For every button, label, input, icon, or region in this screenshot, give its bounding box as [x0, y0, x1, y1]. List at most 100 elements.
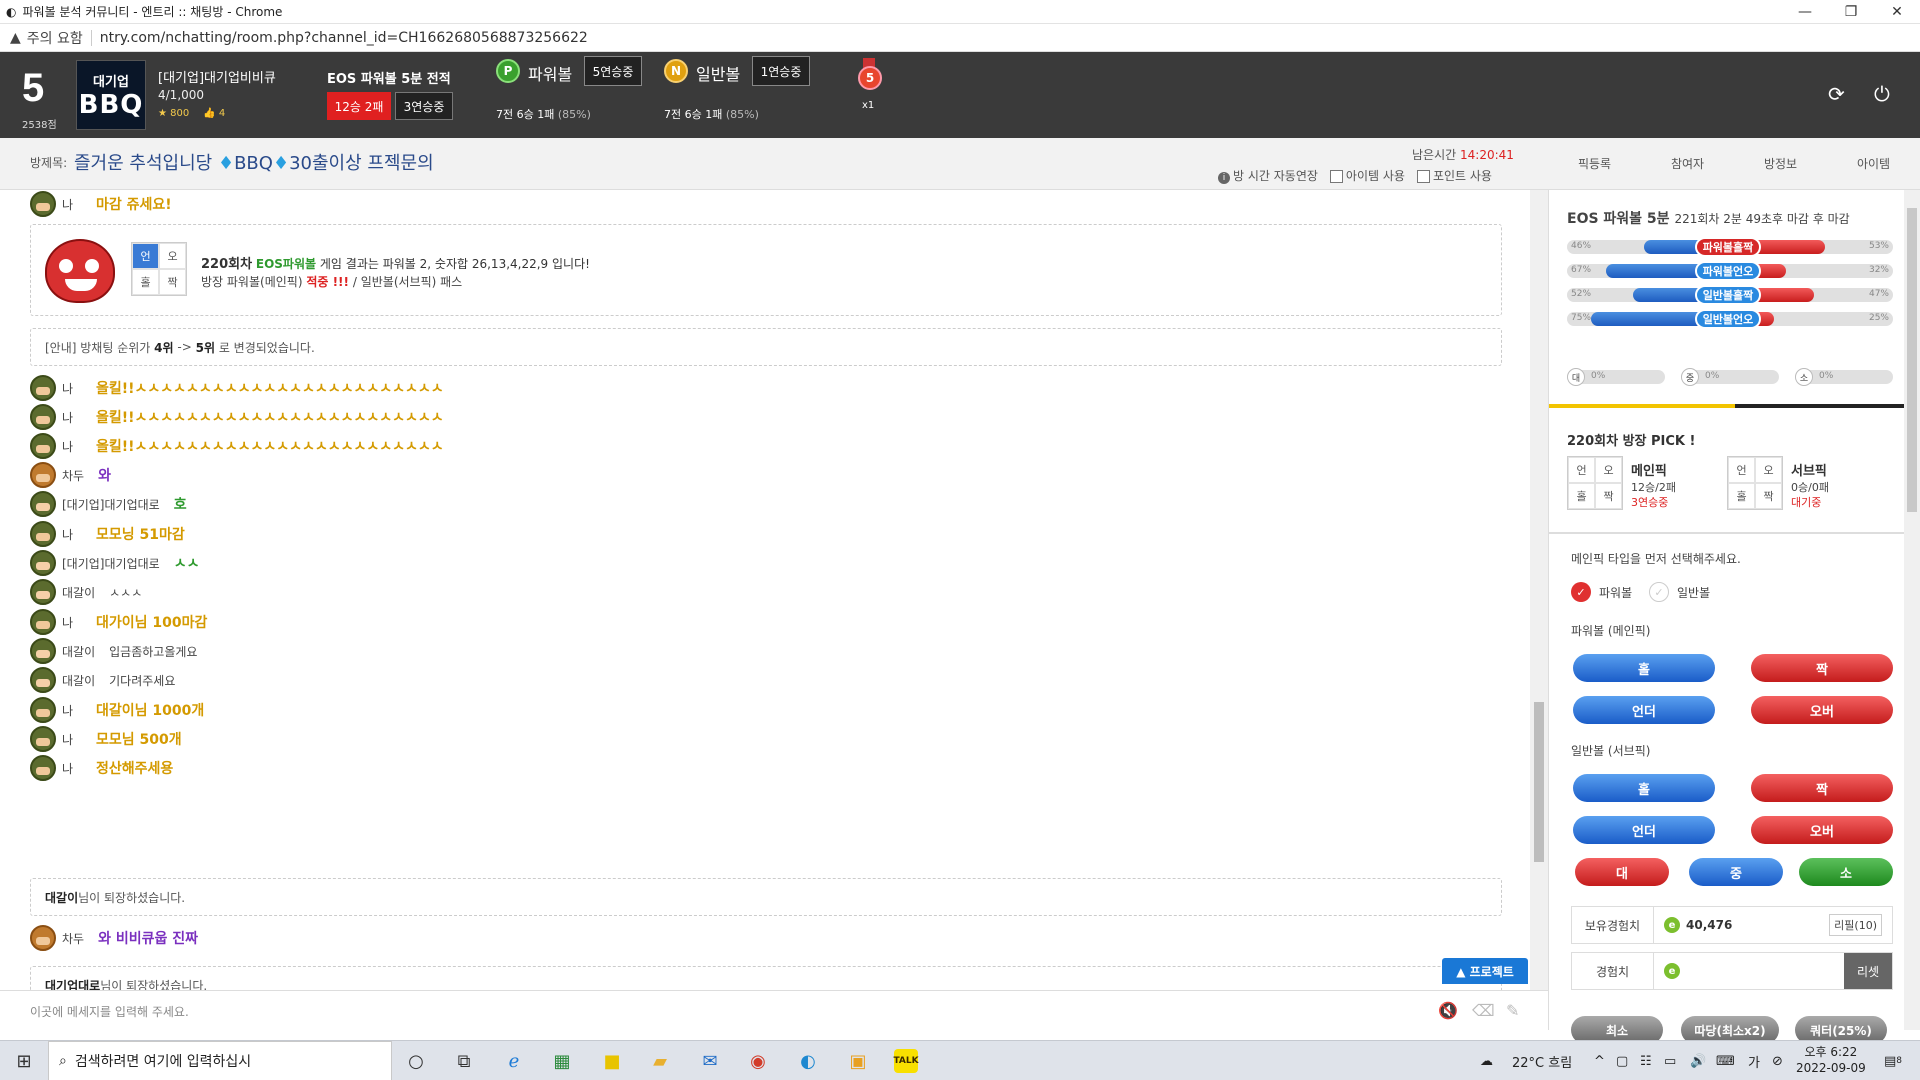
restore-icon[interactable]: ❐ — [1828, 0, 1874, 24]
power-under-button[interactable]: 언더 — [1573, 696, 1715, 724]
tab-items[interactable]: 아이템 — [1827, 138, 1920, 189]
chat-text: 올킬!!ㅅㅅㅅㅅㅅㅅㅅㅅㅅㅅㅅㅅㅅㅅㅅㅅㅅㅅㅅㅅㅅㅅㅅㅅ — [96, 439, 444, 455]
mute-icon[interactable]: 🔇 — [1438, 1001, 1458, 1020]
taskbar-search-text[interactable]: 검색하려면 여기에 입력하십시 — [75, 1051, 251, 1071]
cortana-icon[interactable]: ○ — [404, 1049, 428, 1073]
chat-nick: 나 — [62, 761, 74, 776]
tab-participants[interactable]: 참여자 — [1641, 138, 1734, 189]
security-warning-icon[interactable]: ▲ — [10, 30, 21, 46]
avatar — [30, 697, 56, 723]
taskbar-clock[interactable]: 오후 6:22 2022-09-09 — [1796, 1044, 1866, 1076]
powerball-streak-badge: 5연승중 — [584, 56, 642, 86]
chat-text: 와 — [98, 468, 111, 484]
mid-button[interactable]: 중 — [1689, 858, 1783, 886]
exp-coin-icon-2: e — [1664, 963, 1680, 979]
chat-nick: 나 — [62, 197, 74, 212]
chat-input[interactable]: 이곳에 메세지를 입력해 주세요. — [30, 1003, 189, 1020]
powerball-label: 파워볼 — [528, 65, 573, 84]
taskbar-search[interactable]: ⌕ 검색하려면 여기에 입력하십시 — [48, 1041, 392, 1080]
security-warning-text[interactable]: 주의 요함 — [27, 28, 83, 48]
like-stat: 👍 4 — [203, 108, 226, 119]
chat-nick: 나 — [62, 381, 74, 396]
chat-scrollbar[interactable] — [1530, 190, 1548, 990]
url-text[interactable]: ntry.com/nchatting/room.php?channel_id=C… — [100, 30, 588, 46]
panel-scroll-thumb[interactable] — [1907, 208, 1917, 512]
app-icon[interactable]: ▣ — [846, 1049, 870, 1073]
point-use-checkbox[interactable]: 포인트 사용 — [1416, 167, 1492, 184]
normal-odd-button[interactable]: 홀 — [1573, 774, 1715, 802]
tray-app-icon[interactable]: ▢ — [1616, 1041, 1628, 1080]
refresh-icon[interactable]: ⟳ — [1828, 82, 1845, 106]
normal-even-button[interactable]: 짝 — [1751, 774, 1893, 802]
auto-extend-option[interactable]: i방 시간 자동연장 — [1218, 167, 1318, 184]
address-bar[interactable]: ▲ 주의 요함 ntry.com/nchatting/room.php?chan… — [0, 24, 1920, 52]
exp-input-row: 경험치 e 리셋 — [1571, 952, 1893, 990]
chat-nick: [대기업]대기업대로 — [62, 556, 160, 571]
eraser-icon[interactable]: ⌫ — [1472, 1001, 1495, 1020]
chat-input-bar[interactable]: 이곳에 메세지를 입력해 주세요. 🔇 ⌫ ✎ — [0, 990, 1548, 1030]
project-button[interactable]: ▲ 프로젝트 — [1442, 958, 1528, 984]
timer-progress — [1549, 404, 1920, 408]
small-button[interactable]: 소 — [1799, 858, 1893, 886]
vote-label: 일반볼홀짝 — [1695, 285, 1761, 305]
item-use-checkbox[interactable]: 아이템 사용 — [1329, 167, 1405, 184]
chrome-icon[interactable]: ◉ — [746, 1049, 770, 1073]
power-over-button[interactable]: 오버 — [1751, 696, 1893, 724]
weather-text[interactable]: 22°C 흐림 — [1512, 1041, 1572, 1080]
refill-button[interactable]: 리필(10) — [1829, 914, 1882, 936]
tab-pick-register[interactable]: 픽등록 — [1548, 138, 1641, 189]
volume-icon[interactable]: 🔊 — [1690, 1041, 1706, 1080]
vote-label: 파워볼홀짝 — [1695, 237, 1761, 257]
chat-area[interactable]: 나 마감 쥬세요! 언 오 홀 짝 220회차 EOS파워볼 게임 결과는 파워… — [0, 190, 1530, 990]
chat-message: [대기업]대기업대로 호 — [30, 490, 187, 518]
calculator-icon[interactable]: ▦ — [550, 1049, 574, 1073]
reset-button[interactable]: 리셋 — [1844, 953, 1892, 989]
chat-nick: 나 — [62, 703, 74, 718]
chat-nick: 차두 — [62, 468, 85, 483]
minimize-icon[interactable]: — — [1782, 0, 1828, 24]
panel-scrollbar[interactable] — [1904, 190, 1920, 1030]
exp-label: 보유경험치 — [1572, 907, 1654, 943]
edge-icon[interactable]: ◐ — [796, 1049, 820, 1073]
room-title-label: 방제목: — [30, 156, 68, 170]
normal-under-button[interactable]: 언더 — [1573, 816, 1715, 844]
network-icon[interactable]: ☷ — [1640, 1041, 1652, 1080]
keyboard-icon[interactable]: ⌨ — [1716, 1041, 1735, 1080]
sticky-notes-icon[interactable]: ■ — [600, 1049, 624, 1073]
chat-nick: 나 — [62, 527, 74, 542]
big-button[interactable]: 대 — [1575, 858, 1669, 886]
sub-pick-record: 0승/0패 — [1791, 481, 1829, 494]
record-badge: 12승 2패 — [327, 92, 391, 120]
room-title-bar: 방제목: 즐거운 추석입니당 ♦BBQ♦30출이상 프젝문의 남은시간 14:2… — [0, 138, 1548, 190]
power-even-button[interactable]: 짝 — [1751, 654, 1893, 682]
task-view-icon[interactable]: ⧉ — [452, 1049, 476, 1073]
close-icon[interactable]: ✕ — [1874, 0, 1920, 24]
normal-over-button[interactable]: 오버 — [1751, 816, 1893, 844]
ime-mode-icon[interactable]: ⊘ — [1772, 1041, 1783, 1080]
room-options: i방 시간 자동연장 아이템 사용 포인트 사용 — [1218, 167, 1492, 184]
power-odd-button[interactable]: 홀 — [1573, 654, 1715, 682]
avatar — [30, 755, 56, 781]
mail-icon[interactable]: ✉ — [698, 1049, 722, 1073]
notification-icon[interactable]: ▤ 8 — [1884, 1041, 1902, 1080]
tab-room-info[interactable]: 방정보 — [1734, 138, 1827, 189]
weather-icon[interactable]: ☁ — [1480, 1041, 1493, 1080]
battery-icon[interactable]: ▭ — [1664, 1041, 1676, 1080]
ime-icon[interactable]: 가 — [1748, 1041, 1760, 1080]
ie-icon[interactable]: ℯ — [502, 1049, 526, 1073]
radio-normalball[interactable]: ✓ 일반볼 — [1649, 582, 1710, 602]
chat-message: 나 정산해주세용 — [30, 754, 173, 782]
star-stat: ★ 800 — [158, 108, 190, 119]
chat-text: 입금좀하고올게요 — [109, 644, 198, 659]
kakaotalk-icon[interactable]: TALK — [893, 1049, 919, 1073]
clean-icon[interactable]: ✎ — [1506, 1001, 1519, 1020]
info-icon: i — [1218, 172, 1230, 184]
folder-icon[interactable]: ▰ — [648, 1049, 672, 1073]
chat-scroll-thumb[interactable] — [1534, 702, 1544, 862]
radio-powerball[interactable]: ✓ 파워볼 — [1571, 582, 1632, 602]
tray-chevron-icon[interactable]: ^ — [1594, 1041, 1605, 1080]
windows-start-icon[interactable]: ⊞ — [12, 1049, 36, 1073]
power-icon[interactable]: ⏻ — [1874, 82, 1890, 106]
sub-pick-status: 대기중 — [1791, 496, 1822, 509]
host-name[interactable]: [대기업]대기업비비큐 — [158, 67, 276, 86]
